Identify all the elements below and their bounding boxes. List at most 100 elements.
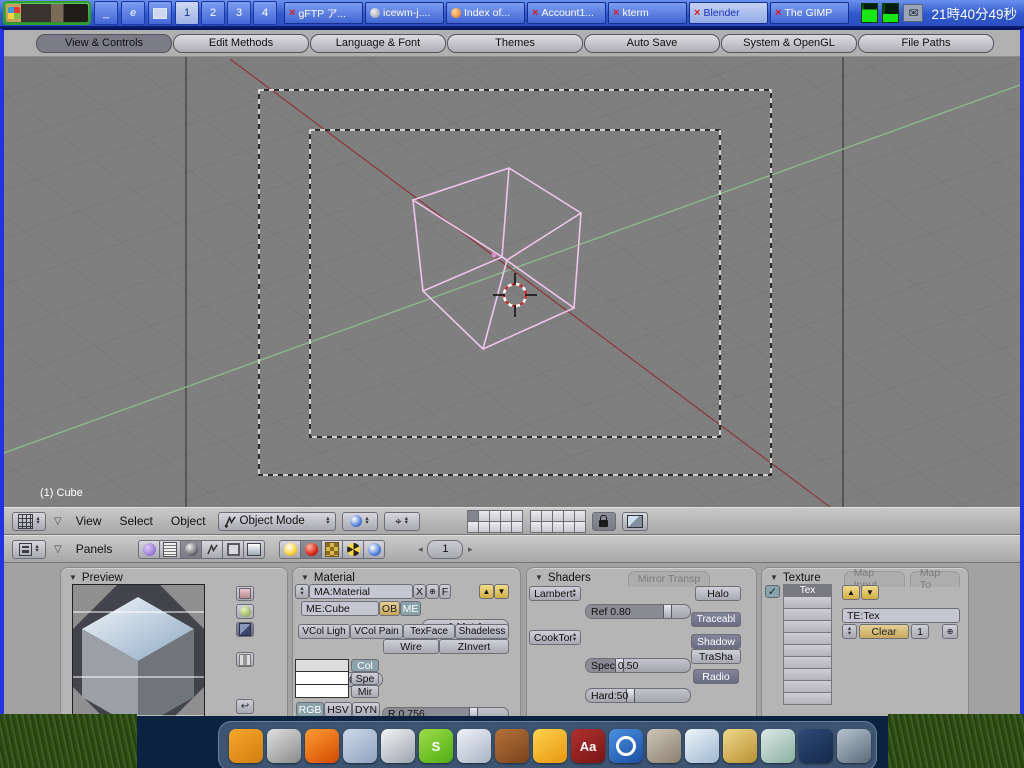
search-icon[interactable]	[609, 729, 643, 763]
shadeless-toggle[interactable]: Shadeless	[455, 624, 509, 639]
tab-mirror-transp[interactable]: Mirror Transp	[628, 571, 710, 587]
vcol-light-toggle[interactable]: VCol Ligh	[298, 624, 350, 639]
bulb-icon[interactable]	[457, 729, 491, 763]
draw-type-dropdown[interactable]: ▴▾	[342, 512, 378, 531]
prefs-tab-edit-methods[interactable]: Edit Methods	[173, 34, 309, 53]
task-button-index-of-[interactable]: Index of...	[446, 2, 525, 24]
object-context-button[interactable]	[201, 540, 223, 559]
header-collapse-icon[interactable]: ▽	[52, 544, 64, 555]
disc-gold-icon[interactable]	[723, 729, 757, 763]
task-button-icewm-j-[interactable]: icewm-j....	[365, 2, 444, 24]
buttons-window[interactable]: ▼ Preview	[4, 563, 1020, 716]
ref-slider[interactable]: Ref 0.80	[585, 604, 691, 619]
show-desktop-button[interactable]: _	[94, 1, 118, 25]
mail-icon[interactable]	[343, 729, 377, 763]
3d-viewport[interactable]: (1) Cube	[4, 57, 1020, 507]
browser-globe-icon[interactable]	[381, 729, 415, 763]
spec-slider[interactable]: Spec 0.50	[585, 658, 691, 673]
prefs-tab-system-opengl[interactable]: System & OpenGL	[721, 34, 857, 53]
controller-icon[interactable]	[267, 729, 301, 763]
menu-object[interactable]: Object	[165, 514, 212, 528]
mode-dropdown[interactable]: Object Mode ▴▾	[218, 512, 336, 531]
step-left-icon[interactable]: ◂	[413, 544, 427, 555]
script-context-button[interactable]	[159, 540, 181, 559]
task-button-account1-[interactable]: ×Account1...	[527, 2, 606, 24]
prefs-tab-themes[interactable]: Themes	[447, 34, 583, 53]
diffuse-shader-dropdown[interactable]: Lambert▴▾	[529, 586, 581, 601]
task-button-blender[interactable]: ×Blender	[689, 2, 768, 24]
clear-button[interactable]: Clear	[859, 624, 909, 639]
preview-sphere-button[interactable]	[236, 604, 254, 619]
ob-toggle[interactable]: OB	[379, 601, 400, 616]
radiosity-buttons-button[interactable]	[342, 540, 364, 559]
hsv-toggle[interactable]: HSV	[324, 702, 352, 716]
dyn-toggle[interactable]: DYN	[352, 702, 380, 716]
panel-collapse-icon[interactable]: ▼	[301, 573, 309, 582]
radio-toggle[interactable]: Radio	[693, 669, 739, 684]
halo-toggle[interactable]: Halo	[695, 586, 741, 601]
task-button-kterm[interactable]: ×kterm	[608, 2, 687, 24]
prefs-tab-file-paths[interactable]: File Paths	[858, 34, 994, 53]
panel-collapse-icon[interactable]: ▼	[535, 573, 543, 582]
copy-down-button[interactable]: ▼	[494, 584, 509, 599]
scene-context-button[interactable]	[243, 540, 265, 559]
frame-stepper[interactable]: ◂ 1 ▸	[413, 540, 477, 559]
r-slider[interactable]: R 0.756	[382, 707, 509, 716]
drive-icon[interactable]	[229, 729, 263, 763]
editor-type-selector-buttons[interactable]: ▴▾	[12, 540, 46, 559]
shadow-toggle[interactable]: Shadow	[691, 634, 741, 649]
browser-launcher-icon[interactable]: e	[121, 1, 145, 25]
rgb-toggle[interactable]: RGB	[296, 702, 324, 716]
copy-up-button[interactable]: ▲	[479, 584, 494, 599]
world-buttons-button[interactable]	[363, 540, 385, 559]
panel-collapse-icon[interactable]: ▼	[770, 573, 778, 582]
tab-map-to[interactable]: Map To	[910, 571, 960, 587]
gimp-icon[interactable]	[647, 729, 681, 763]
office-icon[interactable]	[533, 729, 567, 763]
material-buttons-button[interactable]	[300, 540, 322, 559]
monitor-icon[interactable]	[148, 1, 172, 25]
mirror-color-swatch[interactable]	[295, 685, 349, 698]
zinvert-toggle[interactable]: ZInvert	[439, 639, 509, 654]
texture-enable-checkbox[interactable]: ✓	[765, 585, 780, 598]
ox-icon[interactable]	[495, 729, 529, 763]
menu-panels[interactable]: Panels	[70, 542, 119, 556]
start-button[interactable]	[3, 1, 91, 25]
hard-slider[interactable]: Hard:50	[585, 688, 691, 703]
texface-toggle[interactable]: TexFace	[403, 624, 455, 639]
preview-monkey-button[interactable]	[236, 652, 254, 667]
photos-icon[interactable]	[685, 729, 719, 763]
prefs-tab-view-controls[interactable]: View & Controls	[36, 34, 172, 53]
editing-context-button[interactable]	[222, 540, 244, 559]
texture-browse-dropdown[interactable]: ▴▾	[842, 624, 857, 639]
panel-shaders-header[interactable]: ▼ Shaders Mirror Transp	[527, 568, 756, 586]
material-browse-dropdown[interactable]: ▴▾	[295, 584, 309, 599]
journal-icon[interactable]	[799, 729, 833, 763]
spe-toggle[interactable]: Spe	[351, 672, 379, 685]
preview-cube-button[interactable]	[236, 622, 254, 637]
texture-name-field[interactable]: TE:Tex	[842, 608, 960, 623]
col-toggle[interactable]: Col	[351, 659, 379, 672]
preview-flat-button[interactable]	[236, 586, 254, 601]
lamp-buttons-button[interactable]	[279, 540, 301, 559]
firefox-icon[interactable]	[305, 729, 339, 763]
texture-buttons-button[interactable]	[321, 540, 343, 559]
workspace-button-4[interactable]: 4	[253, 1, 277, 25]
movie-clapper-icon[interactable]	[837, 729, 871, 763]
me-toggle[interactable]: ME	[400, 601, 421, 616]
diffuse-color-swatch[interactable]	[295, 659, 349, 672]
header-collapse-icon[interactable]: ▽	[52, 516, 64, 527]
texture-slot-empty[interactable]	[783, 692, 832, 705]
frame-value[interactable]: 1	[427, 540, 463, 559]
trasha-toggle[interactable]: TraSha	[691, 649, 741, 664]
prefs-tab-auto-save[interactable]: Auto Save	[584, 34, 720, 53]
material-name-field[interactable]: MA:Material	[309, 584, 413, 599]
prefs-tab-language-font[interactable]: Language & Font	[310, 34, 446, 53]
fake-user-button[interactable]: F	[439, 584, 451, 599]
specular-color-swatch[interactable]	[295, 672, 349, 685]
preview-refresh-button[interactable]: ↩	[236, 699, 254, 714]
material-delete-button[interactable]: X	[413, 584, 426, 599]
texture-copy-up-button[interactable]: ▲	[842, 585, 860, 600]
wire-toggle[interactable]: Wire	[383, 639, 439, 654]
workspace-button-1[interactable]: 1	[175, 1, 199, 25]
